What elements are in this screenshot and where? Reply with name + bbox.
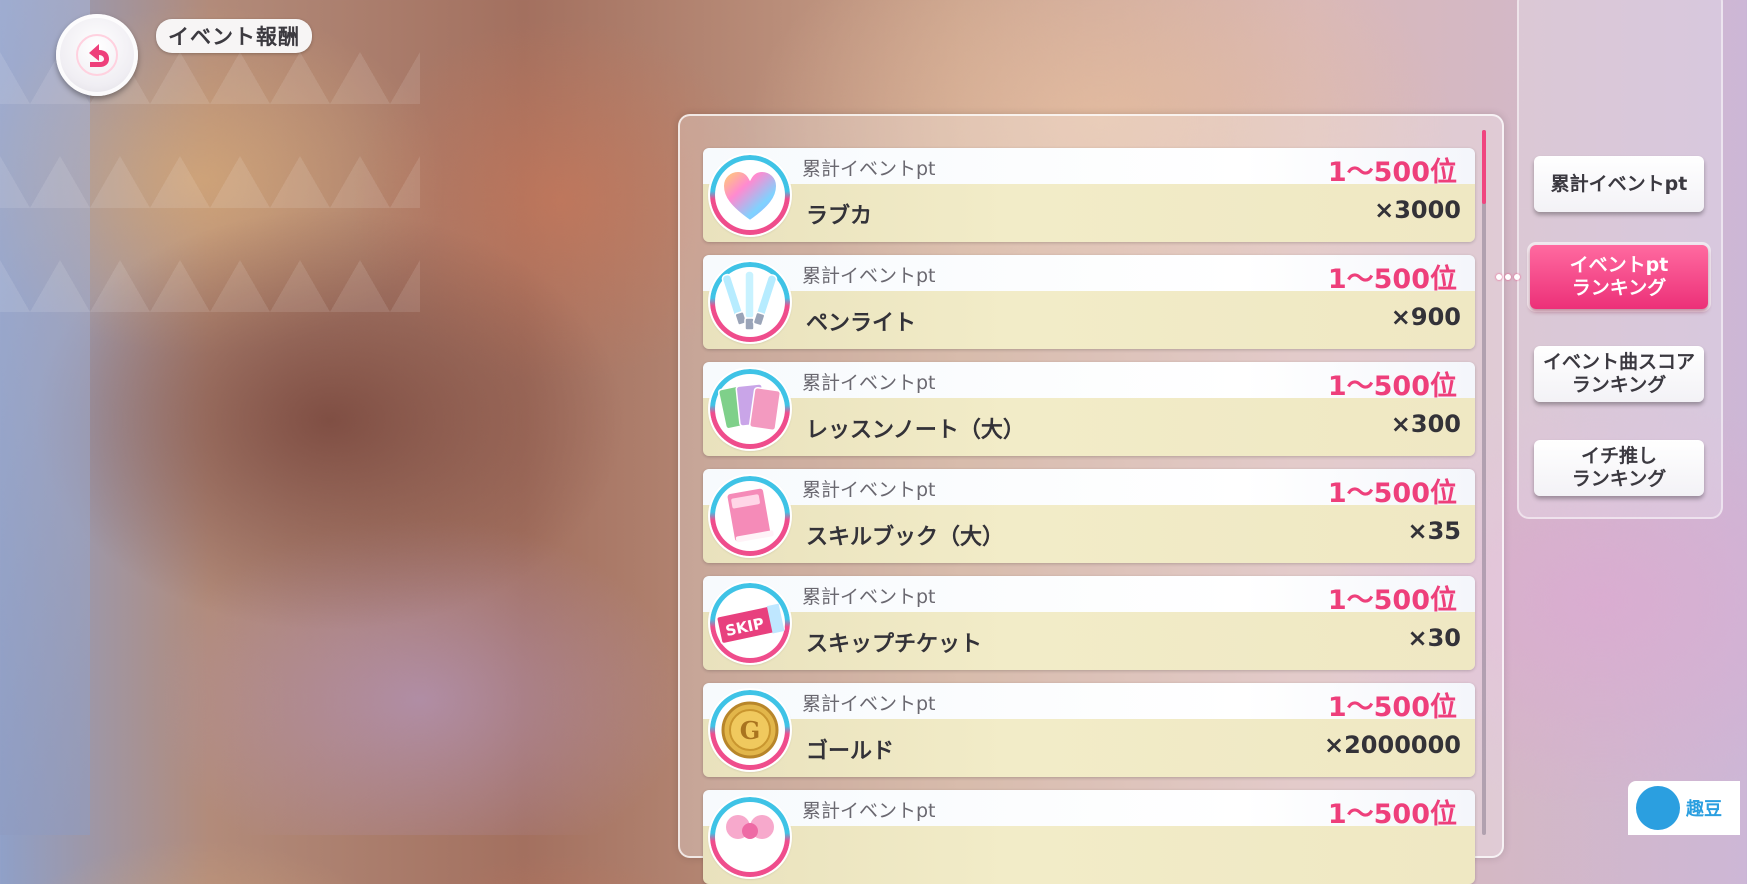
- reward-rank: 1～500位: [1327, 478, 1457, 509]
- penlight-icon: [710, 262, 790, 342]
- scrollbar-thumb[interactable]: [1482, 130, 1486, 204]
- reward-condition: 累計イベントpt: [802, 586, 936, 608]
- reward-rank: 1～500位: [1327, 692, 1457, 723]
- reward-rank: 1～500位: [1327, 264, 1457, 295]
- reward-row[interactable]: 累計イベントpt 1～500位: [703, 790, 1475, 884]
- page-title: イベント報酬: [156, 19, 312, 53]
- reward-condition: 累計イベントpt: [802, 800, 936, 822]
- watermark-logo-icon: [1636, 786, 1680, 830]
- reward-row[interactable]: 累計イベントpt 1～500位 レッスンノート（大） ×300: [703, 362, 1475, 456]
- reward-condition: 累計イベントpt: [802, 372, 936, 394]
- reward-name: スキップチケット: [806, 632, 983, 657]
- reward-row[interactable]: 累計イベントpt 1～500位 ペンライト ×900: [703, 255, 1475, 349]
- reward-quantity: ×300: [1390, 410, 1461, 438]
- reward-row[interactable]: G 累計イベントpt 1～500位 ゴールド ×2000000: [703, 683, 1475, 777]
- reward-rank: 1～500位: [1327, 585, 1457, 616]
- reward-quantity: ×35: [1407, 517, 1461, 545]
- tab-cumulative-event-pt[interactable]: 累計イベントpt: [1534, 156, 1704, 212]
- reward-rank: 1～500位: [1327, 371, 1457, 402]
- skip-ticket-icon: SKIP: [710, 583, 790, 663]
- tab-event-pt-ranking[interactable]: イベントpt ランキング: [1530, 245, 1708, 309]
- love-card-heart-icon: [710, 155, 790, 235]
- reward-row[interactable]: 累計イベントpt 1～500位 スキルブック（大） ×35: [703, 469, 1475, 563]
- svg-text:G: G: [740, 716, 761, 745]
- reward-row[interactable]: SKIP 累計イベントpt 1～500位 スキップチケット ×30: [703, 576, 1475, 670]
- active-tab-indicator: [1496, 274, 1520, 280]
- reward-condition: 累計イベントpt: [802, 693, 936, 715]
- reward-name: レッスンノート（大）: [806, 418, 1025, 443]
- ribbon-item-icon: [710, 797, 790, 877]
- skill-book-icon: [710, 476, 790, 556]
- scrollbar-track[interactable]: [1482, 130, 1486, 835]
- watermark-logo: 趣豆: [1628, 781, 1740, 835]
- reward-condition: 累計イベントpt: [802, 158, 936, 180]
- reward-quantity: ×30: [1407, 624, 1461, 652]
- watermark-text: 趣豆: [1686, 799, 1722, 820]
- reward-row[interactable]: 累計イベントpt 1～500位 ラブカ ×3000: [703, 148, 1475, 242]
- reward-rank: 1～500位: [1327, 157, 1457, 188]
- reward-quantity: ×900: [1390, 303, 1461, 331]
- back-arrow-icon: [76, 34, 118, 76]
- reward-condition: 累計イベントpt: [802, 479, 936, 501]
- reward-rank: 1～500位: [1327, 799, 1457, 830]
- back-button[interactable]: [56, 14, 138, 96]
- reward-name: ラブカ: [806, 204, 873, 229]
- reward-name: ペンライト: [806, 311, 917, 336]
- reward-condition: 累計イベントpt: [802, 265, 936, 287]
- reward-name: スキルブック（大）: [806, 525, 1005, 550]
- tab-oshi-ranking[interactable]: イチ推し ランキング: [1534, 440, 1704, 496]
- lesson-note-icon: [710, 369, 790, 449]
- reward-quantity: ×2000000: [1323, 731, 1461, 759]
- reward-quantity: ×3000: [1374, 196, 1461, 224]
- gold-coin-icon: G: [710, 690, 790, 770]
- reward-name: ゴールド: [806, 739, 895, 764]
- tab-event-song-score-ranking[interactable]: イベント曲スコア ランキング: [1534, 346, 1704, 402]
